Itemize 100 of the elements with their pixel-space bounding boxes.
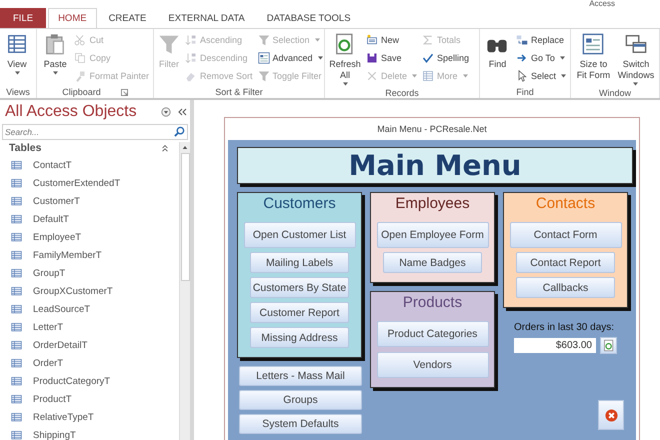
panel-title: Contacts — [536, 194, 596, 214]
refresh-button[interactable] — [600, 337, 617, 354]
menu-button[interactable]: Open Employee Form — [376, 222, 488, 248]
ribbon-tab[interactable]: HOME — [48, 8, 97, 28]
collapse-pane-icon[interactable] — [177, 107, 187, 117]
ribbon-button[interactable]: Find — [482, 31, 513, 86]
menu-button[interactable]: Mailing Labels — [250, 252, 349, 273]
table-icon — [10, 376, 23, 386]
search-field[interactable]: Search... — [2, 124, 188, 140]
table-item[interactable]: ContactT — [33, 160, 72, 170]
windows-icon — [624, 32, 647, 56]
table-item[interactable]: CustomerT — [33, 196, 80, 206]
table-item[interactable]: RelativeTypeT — [33, 412, 94, 422]
ribbon-button[interactable]: New — [364, 31, 420, 48]
copy-icon — [74, 52, 86, 64]
document-icon — [366, 34, 378, 46]
table-item[interactable]: DefaultT — [33, 214, 69, 224]
group-label: Views — [6, 87, 30, 97]
brush-icon — [74, 70, 86, 82]
orders-label: Orders in last 30 days: — [514, 322, 616, 333]
ribbon-button[interactable]: Size to Fit Form — [573, 31, 614, 87]
menu-button[interactable]: Callbacks — [516, 277, 615, 298]
form-icon — [582, 32, 604, 56]
file-tab[interactable]: FILE — [0, 8, 46, 28]
ribbon-tab[interactable]: DATABASE TOOLS — [256, 8, 361, 28]
panel-title: Customers — [263, 194, 336, 214]
scroll-up-icon[interactable] — [182, 145, 188, 150]
table-icon — [10, 160, 23, 170]
ribbon-button[interactable]: View — [2, 31, 32, 86]
funnel-icon — [258, 70, 270, 82]
group-label: Clipboard — [62, 87, 101, 97]
section-header[interactable]: Tables — [9, 142, 161, 154]
ribbon-button[interactable]: Go To — [514, 49, 568, 66]
menu-button[interactable]: System Defaults — [239, 414, 362, 434]
sort-icon — [185, 52, 197, 64]
table-item[interactable]: GroupXCustomerT — [33, 286, 113, 296]
table-item[interactable]: ShippingT — [33, 430, 76, 440]
menu-button[interactable]: Customers By State — [250, 277, 349, 298]
sort-icon — [185, 34, 197, 46]
table-icon — [10, 358, 23, 368]
table-icon — [10, 268, 23, 278]
menu-button[interactable]: Product Categories — [376, 321, 488, 347]
menu-button[interactable]: Contact Form — [510, 222, 622, 248]
ribbon-button[interactable]: Select — [514, 67, 568, 84]
menu-button[interactable]: Customer Report — [250, 302, 349, 323]
scrollbar-thumb[interactable] — [180, 153, 190, 281]
close-button[interactable] — [598, 400, 624, 430]
group-label: Records — [385, 88, 419, 98]
ribbon-button[interactable]: Paste — [39, 31, 72, 86]
dropdown-icon[interactable] — [161, 107, 171, 117]
table-icon — [10, 214, 23, 224]
menu-button[interactable]: Vendors — [376, 352, 488, 378]
group-label: Window — [598, 88, 631, 98]
dialog-launcher-icon[interactable] — [120, 88, 128, 96]
table-icon — [10, 430, 23, 440]
collapse-icon[interactable] — [161, 144, 169, 152]
panel-title: Products — [402, 293, 462, 313]
menu-button[interactable]: Name Badges — [383, 252, 482, 273]
scrollbar[interactable] — [179, 142, 190, 440]
ribbon-button[interactable]: Refresh All — [327, 31, 363, 87]
ribbon-tab[interactable]: EXTERNAL DATA — [158, 8, 255, 28]
ribbon-button[interactable]: Spelling — [420, 49, 472, 66]
ribbon-tab[interactable]: CREATE — [98, 8, 156, 28]
funnel-icon — [258, 34, 270, 46]
cursor-icon — [516, 70, 528, 82]
orders-field[interactable]: $603.00 — [514, 338, 596, 353]
ribbon-button[interactable]: Advanced — [256, 49, 325, 66]
table-icon — [10, 178, 23, 188]
table-item[interactable]: ProductCategoryT — [33, 376, 110, 386]
ribbon-button[interactable]: Replace — [514, 31, 568, 48]
table-item[interactable]: CustomerExtendedT — [33, 178, 120, 188]
group-label: Find — [516, 87, 534, 97]
ribbon-button[interactable]: Save — [364, 49, 420, 66]
table-item[interactable]: LetterT — [33, 322, 64, 332]
menu-button[interactable]: Letters - Mass Mail — [239, 366, 362, 386]
table-item[interactable]: OrderDetailT — [33, 340, 88, 350]
table-item[interactable]: FamilyMemberT — [33, 250, 102, 260]
panel-title: Employees — [395, 194, 470, 214]
replace-icon — [516, 34, 528, 46]
search-icon[interactable] — [174, 126, 185, 137]
clipboard-icon — [44, 32, 66, 56]
table-icon — [10, 412, 23, 422]
table-item[interactable]: GroupT — [33, 268, 66, 278]
table-icon — [10, 304, 23, 314]
menu-button[interactable]: Open Customer List — [244, 222, 356, 248]
arrow-icon — [516, 52, 528, 64]
refresh-icon — [602, 339, 614, 352]
menu-heading: Main Menu — [237, 147, 633, 184]
menu-button[interactable]: Missing Address — [250, 327, 349, 348]
table-item[interactable]: OrderT — [33, 358, 64, 368]
menu-button[interactable]: Groups — [239, 390, 362, 410]
table-item[interactable]: EmployeeT — [33, 232, 82, 242]
ribbon-button[interactable]: Switch Windows — [614, 31, 657, 87]
window-title: Access — [589, 0, 615, 8]
scissors-icon — [74, 34, 86, 46]
menu-button[interactable]: Contact Report — [516, 252, 615, 273]
table-item[interactable]: LeadSourceT — [33, 304, 90, 314]
sigma-icon — [422, 34, 434, 46]
form-title: Main Menu - PCResale.Net — [376, 123, 488, 136]
table-item[interactable]: ProductT — [33, 394, 72, 404]
